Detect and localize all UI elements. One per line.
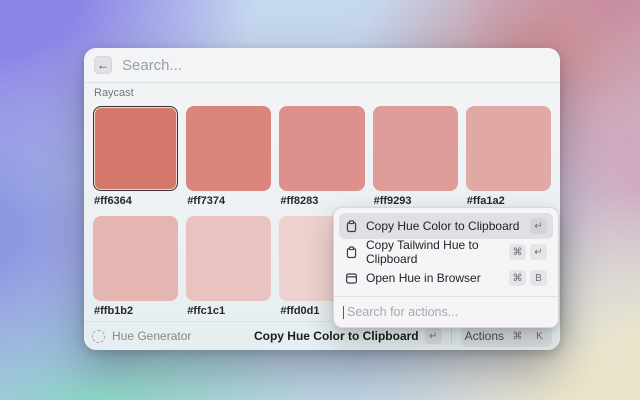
hex-label: #ffb1b2 (94, 305, 178, 317)
clipboard-icon (345, 220, 358, 233)
cmd-key-badge: ⌘ (509, 328, 526, 344)
menu-item-copy-hue-color[interactable]: Copy Hue Color to Clipboard ↵ (339, 213, 553, 239)
color-swatch-selected[interactable] (93, 106, 178, 191)
menu-item-label: Open Hue in Browser (366, 271, 481, 285)
hue-generator-icon (92, 330, 105, 343)
menu-search-placeholder: Search for actions... (347, 305, 458, 319)
color-swatch[interactable] (279, 106, 364, 191)
color-swatch[interactable] (186, 216, 271, 301)
raycast-window: ← Search... Raycast #ff6364 #ff7374 #ff8… (84, 48, 560, 350)
footer-divider (451, 329, 452, 343)
footer-actions: Copy Hue Color to Clipboard ↵ Actions ⌘ … (254, 325, 552, 347)
color-cell[interactable]: #ffb1b2 (93, 216, 178, 317)
hex-label: #ff6364 (94, 195, 178, 207)
color-cell[interactable]: #ff7374 (186, 106, 271, 207)
color-cell[interactable]: #ffa1a2 (466, 106, 551, 207)
k-key-badge: K (531, 328, 548, 344)
actions-label: Actions (465, 329, 504, 343)
color-swatch[interactable] (186, 106, 271, 191)
cmd-key-badge: ⌘ (509, 244, 526, 260)
actions-menu: Copy Hue Color to Clipboard ↵ Copy Tailw… (333, 207, 559, 328)
hex-label: #ff9293 (374, 195, 458, 207)
hex-label: #ffc1c1 (187, 305, 271, 317)
color-cell[interactable]: #ff8283 (279, 106, 364, 207)
menu-item-shortcut: ⌘ ↵ (509, 244, 547, 260)
clipboard-icon (345, 246, 358, 259)
menu-item-shortcut: ⌘ B (509, 270, 547, 286)
menu-item-copy-tailwind-hue[interactable]: Copy Tailwind Hue to Clipboard ⌘ ↵ (339, 239, 553, 265)
color-cell[interactable]: #ffc1c1 (186, 216, 271, 317)
color-cell[interactable]: #ff9293 (373, 106, 458, 207)
b-key-badge: B (530, 270, 547, 286)
actions-button[interactable]: Actions ⌘ K (461, 325, 552, 347)
enter-key-badge: ↵ (530, 244, 547, 260)
hex-label: #ff7374 (187, 195, 271, 207)
extension-name: Hue Generator (112, 329, 191, 343)
search-input[interactable]: Search... (122, 57, 182, 74)
back-button[interactable]: ← (94, 56, 112, 74)
desktop-background: ← Search... Raycast #ff6364 #ff7374 #ff8… (0, 0, 640, 400)
color-swatch[interactable] (466, 106, 551, 191)
menu-item-shortcut: ↵ (530, 218, 547, 234)
color-cell[interactable]: #ff6364 (93, 106, 178, 207)
text-caret (343, 306, 344, 319)
enter-key-badge: ↵ (425, 328, 442, 344)
primary-action-button[interactable]: Copy Hue Color to Clipboard (254, 329, 419, 343)
menu-search-input[interactable]: Search for actions... (334, 297, 558, 327)
menu-item-open-hue-in-browser[interactable]: Open Hue in Browser ⌘ B (339, 265, 553, 291)
hex-label: #ff8283 (280, 195, 364, 207)
color-swatch[interactable] (373, 106, 458, 191)
actions-menu-list: Copy Hue Color to Clipboard ↵ Copy Tailw… (334, 208, 558, 296)
arrow-left-icon: ← (97, 59, 109, 71)
menu-item-label: Copy Hue Color to Clipboard (366, 219, 519, 233)
section-label: Raycast (94, 87, 551, 100)
hex-label: #ffa1a2 (467, 195, 551, 207)
enter-key-badge: ↵ (530, 218, 547, 234)
browser-window-icon (345, 272, 358, 285)
menu-item-label: Copy Tailwind Hue to Clipboard (366, 238, 501, 266)
search-bar: ← Search... (84, 48, 560, 83)
color-swatch[interactable] (93, 216, 178, 301)
cmd-key-badge: ⌘ (509, 270, 526, 286)
